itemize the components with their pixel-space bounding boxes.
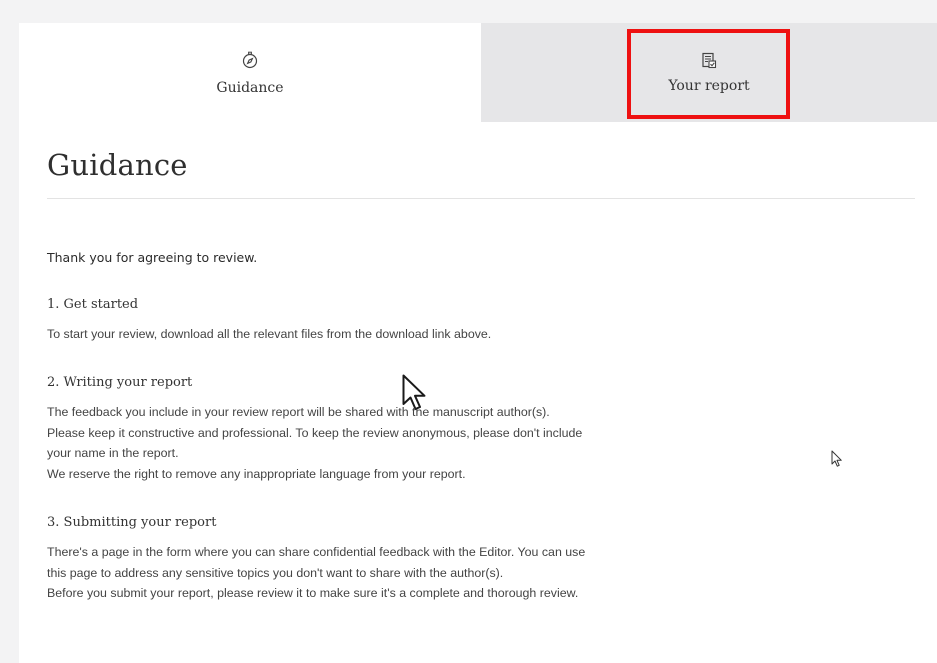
section-heading-writing-report: 2. Writing your report	[47, 375, 193, 390]
section-body-writing-report: The feedback you include in your review …	[47, 402, 647, 484]
report-document-icon	[700, 52, 718, 70]
body-line: your name in the report.	[47, 446, 179, 461]
tab-your-report[interactable]: Your report	[481, 23, 937, 122]
body-line: To start your review, download all the r…	[47, 327, 492, 341]
body-line: Please keep it constructive and professi…	[47, 425, 583, 440]
section-body-get-started: To start your review, download all the r…	[47, 324, 647, 345]
body-line: We reserve the right to remove any inapp…	[47, 466, 466, 481]
section-body-submitting-report: There's a page in the form where you can…	[47, 542, 647, 604]
tab-your-report-label: Your report	[668, 78, 750, 94]
body-line: this page to address any sensitive topic…	[47, 565, 504, 580]
tab-guidance[interactable]: Guidance	[19, 23, 481, 122]
body-line: The feedback you include in your review …	[47, 405, 550, 419]
body-line: There's a page in the form where you can…	[47, 545, 586, 559]
section-heading-submitting-report: 3. Submitting your report	[47, 515, 217, 530]
compass-icon	[241, 51, 259, 69]
intro-text: Thank you for agreeing to review.	[47, 250, 258, 265]
body-line: Before you submit your report, please re…	[47, 586, 579, 601]
review-panel: Guidance Your report Guidance Thank you …	[19, 23, 937, 663]
title-divider	[47, 198, 915, 199]
section-heading-get-started: 1. Get started	[47, 297, 139, 312]
page-title: Guidance	[47, 148, 188, 182]
tab-bar: Guidance Your report	[19, 23, 937, 122]
tab-guidance-label: Guidance	[216, 80, 284, 96]
